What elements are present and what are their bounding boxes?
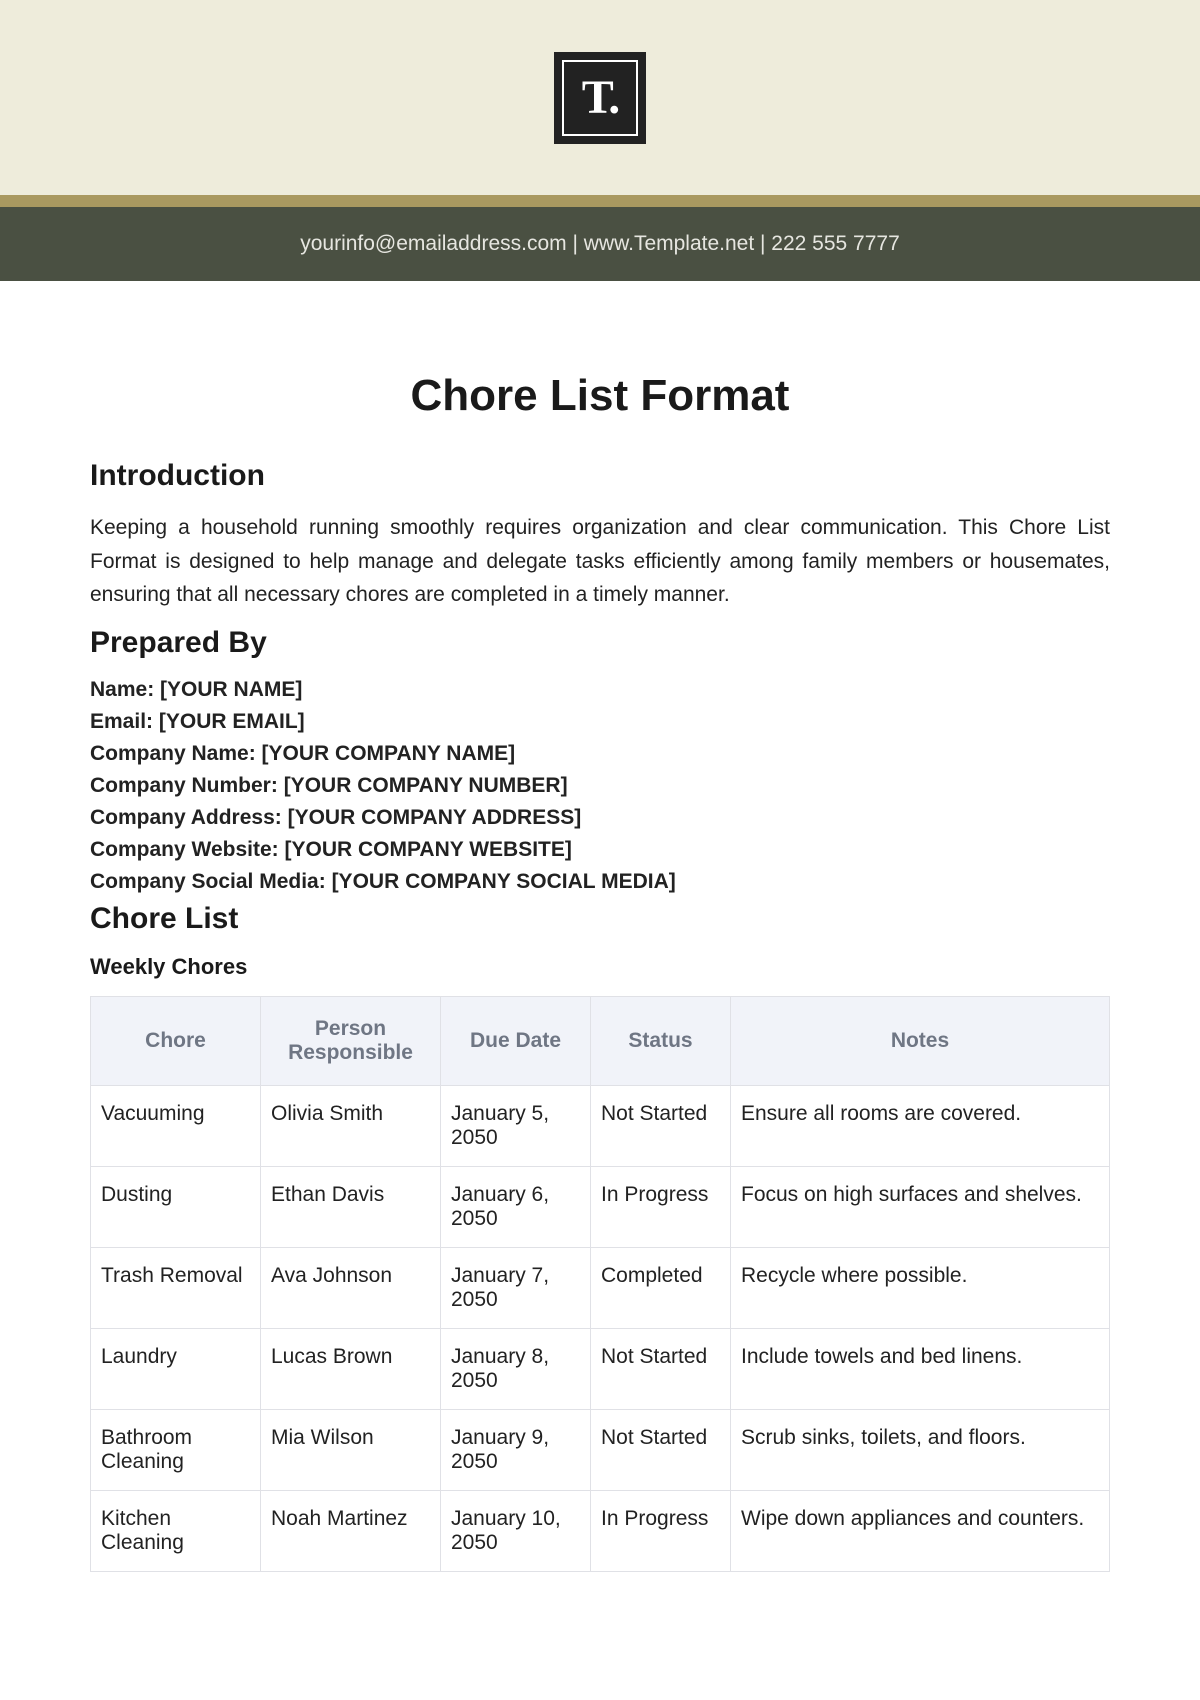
logo: T. [554,52,646,144]
field-value: [YOUR COMPANY SOCIAL MEDIA] [332,870,676,893]
prepared-by-line: Email: [YOUR EMAIL] [90,710,1110,734]
cell-chore: Dusting [91,1166,261,1247]
cell-status: In Progress [591,1490,731,1571]
cell-status: Completed [591,1247,731,1328]
cell-notes: Ensure all rooms are covered. [731,1085,1110,1166]
cell-due: January 7, 2050 [441,1247,591,1328]
cell-chore: Trash Removal [91,1247,261,1328]
prepared-by-line: Name: [YOUR NAME] [90,678,1110,702]
field-value: [YOUR COMPANY NAME] [262,742,516,765]
cell-person: Mia Wilson [261,1409,441,1490]
page-title: Chore List Format [90,371,1110,421]
table-header-row: Chore Person Responsible Due Date Status… [91,996,1110,1085]
col-due: Due Date [441,996,591,1085]
weekly-chores-heading: Weekly Chores [90,954,1110,980]
prepared-by-heading: Prepared By [90,626,1110,660]
table-row: Bathroom CleaningMia WilsonJanuary 9, 20… [91,1409,1110,1490]
header-top-band: T. [0,0,1200,195]
field-value: [YOUR NAME] [160,678,302,701]
field-value: [YOUR EMAIL] [159,710,305,733]
cell-status: Not Started [591,1409,731,1490]
table-row: Trash RemovalAva JohnsonJanuary 7, 2050C… [91,1247,1110,1328]
cell-notes: Recycle where possible. [731,1247,1110,1328]
cell-person: Lucas Brown [261,1328,441,1409]
field-value: [YOUR COMPANY NUMBER] [284,774,568,797]
cell-chore: Kitchen Cleaning [91,1490,261,1571]
cell-person: Ethan Davis [261,1166,441,1247]
prepared-by-line: Company Name: [YOUR COMPANY NAME] [90,742,1110,766]
cell-chore: Bathroom Cleaning [91,1409,261,1490]
gold-strip [0,195,1200,207]
table-row: VacuumingOlivia SmithJanuary 5, 2050Not … [91,1085,1110,1166]
field-label: Company Address: [90,806,288,829]
cell-notes: Wipe down appliances and counters. [731,1490,1110,1571]
field-value: [YOUR COMPANY ADDRESS] [288,806,582,829]
col-chore: Chore [91,996,261,1085]
document-content: Chore List Format Introduction Keeping a… [0,281,1200,1572]
cell-chore: Vacuuming [91,1085,261,1166]
chore-list-heading: Chore List [90,902,1110,936]
cell-person: Ava Johnson [261,1247,441,1328]
col-status: Status [591,996,731,1085]
prepared-by-line: Company Website: [YOUR COMPANY WEBSITE] [90,838,1110,862]
field-label: Company Website: [90,838,284,861]
cell-due: January 6, 2050 [441,1166,591,1247]
field-label: Name: [90,678,160,701]
field-value: [YOUR COMPANY WEBSITE] [284,838,571,861]
prepared-by-line: Company Address: [YOUR COMPANY ADDRESS] [90,806,1110,830]
introduction-heading: Introduction [90,459,1110,493]
table-row: Kitchen CleaningNoah MartinezJanuary 10,… [91,1490,1110,1571]
field-label: Company Social Media: [90,870,332,893]
cell-due: January 10, 2050 [441,1490,591,1571]
contact-bar: yourinfo@emailaddress.com | www.Template… [0,207,1200,281]
col-notes: Notes [731,996,1110,1085]
logo-inner: T. [562,60,638,136]
cell-notes: Focus on high surfaces and shelves. [731,1166,1110,1247]
prepared-by-line: Company Number: [YOUR COMPANY NUMBER] [90,774,1110,798]
cell-due: January 8, 2050 [441,1328,591,1409]
field-label: Company Number: [90,774,284,797]
field-label: Email: [90,710,159,733]
cell-status: In Progress [591,1166,731,1247]
cell-status: Not Started [591,1085,731,1166]
cell-status: Not Started [591,1328,731,1409]
weekly-chores-table: Chore Person Responsible Due Date Status… [90,996,1110,1572]
logo-text: T. [582,70,618,125]
field-label: Company Name: [90,742,262,765]
cell-due: January 5, 2050 [441,1085,591,1166]
prepared-by-block: Name: [YOUR NAME]Email: [YOUR EMAIL]Comp… [90,678,1110,894]
cell-person: Noah Martinez [261,1490,441,1571]
table-row: DustingEthan DavisJanuary 6, 2050In Prog… [91,1166,1110,1247]
prepared-by-line: Company Social Media: [YOUR COMPANY SOCI… [90,870,1110,894]
cell-person: Olivia Smith [261,1085,441,1166]
cell-due: January 9, 2050 [441,1409,591,1490]
introduction-text: Keeping a household running smoothly req… [90,511,1110,612]
contact-line: yourinfo@emailaddress.com | www.Template… [300,232,900,256]
col-person: Person Responsible [261,996,441,1085]
cell-notes: Scrub sinks, toilets, and floors. [731,1409,1110,1490]
cell-notes: Include towels and bed linens. [731,1328,1110,1409]
table-row: LaundryLucas BrownJanuary 8, 2050Not Sta… [91,1328,1110,1409]
cell-chore: Laundry [91,1328,261,1409]
